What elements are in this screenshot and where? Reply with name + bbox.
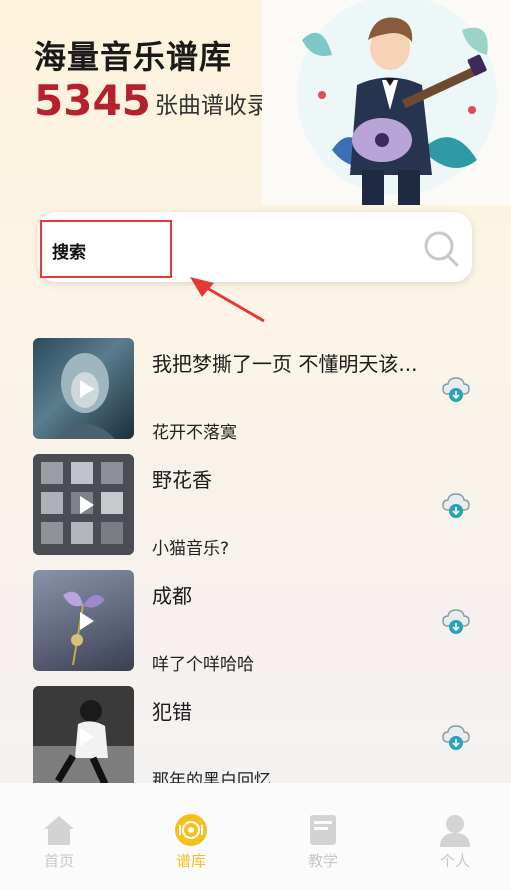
list-item[interactable]: 成都 咩了个咩哈哈 (0, 570, 511, 675)
search-bar[interactable]: 搜索 (38, 212, 472, 282)
guitarist-illustration (262, 0, 511, 205)
person-icon (440, 815, 470, 847)
book-icon (310, 815, 336, 845)
list-item[interactable]: 犯错 那年的黑白回忆 (0, 686, 511, 791)
pointer-arrow (190, 277, 265, 323)
bottom-tab-bar: 首页 谱库 教学 个人 (0, 783, 511, 890)
hero-banner: 海量音乐谱库 5345 张曲谱收录 (0, 0, 511, 205)
cloud-download-icon[interactable] (441, 722, 471, 752)
tab-label: 谱库 (175, 852, 206, 870)
song-artist: 咩了个咩哈哈 (152, 655, 254, 675)
song-title: 成都 (152, 584, 192, 608)
song-thumbnail[interactable] (33, 454, 134, 555)
tab-home[interactable]: 首页 (19, 813, 99, 871)
song-title: 野花香 (152, 468, 212, 492)
hero-count-label: 张曲谱收录 (154, 93, 270, 119)
list-item[interactable]: 我把梦撕了一页 不懂明天该... 花开不落寞 (0, 338, 511, 443)
play-icon (79, 727, 94, 746)
song-artist: 小猫音乐? (152, 539, 230, 559)
song-thumbnail[interactable] (33, 338, 134, 439)
cloud-download-icon[interactable] (441, 606, 471, 636)
tab-label: 首页 (43, 852, 74, 870)
hero-count: 5345 (34, 76, 151, 125)
cloud-download-icon[interactable] (441, 490, 471, 520)
play-icon (79, 611, 94, 630)
play-icon (79, 495, 94, 514)
song-thumbnail[interactable] (33, 570, 134, 671)
song-thumbnail[interactable] (33, 686, 134, 787)
tab-profile[interactable]: 个人 (415, 813, 495, 871)
tab-label: 教学 (307, 852, 338, 870)
hero-title: 海量音乐谱库 (34, 38, 233, 76)
song-title: 犯错 (152, 700, 192, 724)
tab-teaching[interactable]: 教学 (283, 813, 363, 871)
play-icon (79, 379, 94, 398)
list-item[interactable]: 野花香 小猫音乐? (0, 454, 511, 559)
song-artist: 花开不落寞 (152, 423, 237, 443)
search-icon[interactable] (422, 229, 460, 267)
hero-count-row: 5345 张曲谱收录 (34, 80, 270, 122)
record-icon (175, 814, 207, 846)
tab-label: 个人 (439, 852, 470, 870)
home-icon (44, 816, 74, 845)
tab-library[interactable]: 谱库 (151, 813, 231, 871)
search-label[interactable]: 搜索 (52, 238, 86, 263)
song-title: 我把梦撕了一页 不懂明天该... (152, 352, 418, 376)
cloud-download-icon[interactable] (441, 374, 471, 404)
